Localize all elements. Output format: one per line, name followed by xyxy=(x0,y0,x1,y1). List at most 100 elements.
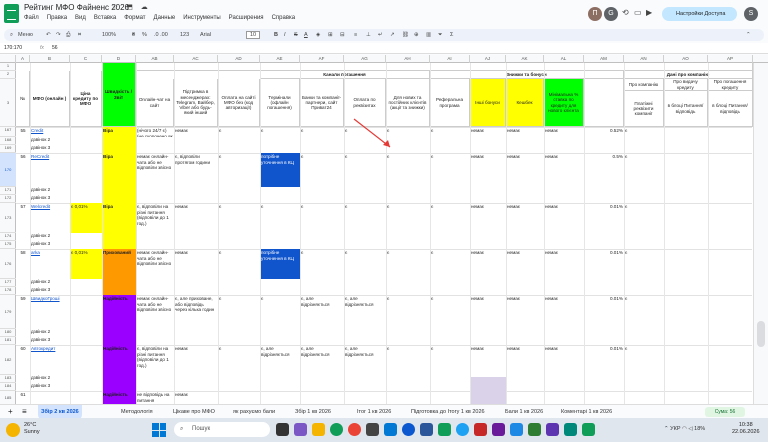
formula-input[interactable]: 56 xyxy=(52,43,58,54)
paint-format-icon[interactable]: ⌗ xyxy=(78,29,81,41)
row-number-cell[interactable]: 59 xyxy=(16,296,30,302)
tab-sheet[interactable]: Підготовка до Ітогу 1 кв 2026 xyxy=(408,405,488,419)
battery-level[interactable]: 18% xyxy=(694,426,705,432)
menu-insert[interactable]: Вставка xyxy=(94,15,116,21)
user-avatar[interactable]: S xyxy=(744,7,758,21)
account-avatar[interactable]: П xyxy=(588,7,602,21)
mfo-link[interactable]: arka xyxy=(31,250,69,256)
speed-cell[interactable]: Віра xyxy=(102,153,136,203)
comment-icon[interactable]: ▭ xyxy=(634,8,642,17)
cell-ac[interactable]: немає xyxy=(174,249,218,279)
spreadsheet-grid[interactable]: A B C D AB AC AD AE AF AG AH AI AJ AK AL… xyxy=(0,55,768,404)
col-header-ag[interactable]: AG xyxy=(344,55,386,63)
row-number[interactable]: 3 xyxy=(0,79,16,127)
row-number[interactable]: 174 xyxy=(0,233,16,241)
valign-icon[interactable]: ⊥ xyxy=(366,29,371,41)
merge-icon[interactable]: ⊟ xyxy=(340,29,345,41)
chrome-icon[interactable] xyxy=(330,423,343,436)
speed-cell[interactable]: Прихований xyxy=(102,249,136,295)
row-number[interactable]: 182 xyxy=(0,345,16,375)
cell-ae[interactable]: є xyxy=(260,203,300,233)
col-header-ab[interactable]: AB xyxy=(136,55,174,63)
bold-icon[interactable]: B xyxy=(274,29,278,41)
cell-ab[interactable]: (нічого 24/7 є) (не скорочено як телефон… xyxy=(136,127,174,137)
fill-color-icon[interactable]: ◈ xyxy=(316,29,320,41)
tab-sheet[interactable]: Коментарі 1 кв 2026 xyxy=(558,405,615,419)
row-number-cell[interactable]: 57 xyxy=(16,204,30,210)
borders-icon[interactable]: ⊞ xyxy=(328,29,333,41)
row-number[interactable]: 167 xyxy=(0,127,16,137)
cell-ag[interactable]: є xyxy=(344,203,386,233)
tab-sheet[interactable]: як рахуємо бали xyxy=(230,405,278,419)
col-header-ae[interactable]: AE xyxy=(260,55,300,63)
sum-indicator[interactable]: Сума: 56 xyxy=(705,407,745,417)
col-header-ac[interactable]: AC xyxy=(174,55,218,63)
opera-icon[interactable] xyxy=(348,423,361,436)
row-number[interactable]: 172 xyxy=(0,195,16,203)
cell-ae[interactable]: є, але відрізняється xyxy=(260,345,300,375)
format-button[interactable]: 123 xyxy=(180,29,189,41)
row-number[interactable]: 178 xyxy=(0,287,16,295)
col-header-d[interactable]: D xyxy=(102,55,136,63)
volume-icon[interactable]: ◁ xyxy=(688,426,692,432)
select-all-corner[interactable] xyxy=(0,55,16,63)
menu-view[interactable]: Вид xyxy=(75,15,86,21)
menu-tools[interactable]: Инструменты xyxy=(183,15,220,21)
account-avatar-2[interactable]: G xyxy=(604,7,618,21)
cell-al[interactable]: немає xyxy=(544,127,584,137)
cell-an[interactable] xyxy=(624,391,664,404)
cell-al[interactable] xyxy=(544,391,584,404)
cell-ad[interactable]: є xyxy=(218,249,260,279)
functions-icon[interactable]: Σ xyxy=(450,29,453,41)
cell-ai[interactable]: є xyxy=(430,153,470,187)
cell-al[interactable]: немає xyxy=(544,345,584,375)
row-number[interactable]: 171 xyxy=(0,187,16,195)
store-icon[interactable] xyxy=(384,423,397,436)
cell-al[interactable]: немає xyxy=(544,295,584,329)
row-number[interactable]: 185 xyxy=(0,391,16,404)
row-number[interactable]: 184 xyxy=(0,383,16,391)
cell-an[interactable]: є xyxy=(624,345,664,375)
task-view-icon[interactable] xyxy=(276,423,289,436)
cell-ak[interactable]: немає xyxy=(506,127,544,137)
mfo-link[interactable]: Автокредит xyxy=(31,346,69,352)
app-icon[interactable] xyxy=(510,423,523,436)
taskbar-search[interactable]: ⌕ Пошук xyxy=(174,422,270,437)
name-box[interactable]: 170:170 xyxy=(4,43,22,54)
cell-aj[interactable]: немає xyxy=(470,295,506,329)
cell-ai[interactable]: є xyxy=(430,127,470,137)
row-number[interactable]: 168 xyxy=(0,137,16,145)
row-number[interactable]: 181 xyxy=(0,337,16,345)
history-icon[interactable]: ⟲ xyxy=(622,8,629,17)
menu-extensions[interactable]: Расширения xyxy=(229,15,264,21)
tab-sheet[interactable]: Збір 1 кв 2026 xyxy=(292,405,334,419)
cell-ae[interactable]: потрібне уточнення в КЦ xyxy=(260,153,300,187)
cell-ah[interactable]: є xyxy=(386,249,430,279)
telegram-icon[interactable] xyxy=(456,423,469,436)
col-header-ai[interactable]: AI xyxy=(430,55,470,63)
app-icon[interactable] xyxy=(474,423,487,436)
all-sheets-icon[interactable]: ≡ xyxy=(22,405,27,419)
cell-ak[interactable]: немає xyxy=(506,345,544,375)
cell-am[interactable]: 0.01% xyxy=(584,249,624,279)
col-header-ad[interactable]: AD xyxy=(218,55,260,63)
menu-data[interactable]: Данные xyxy=(154,15,176,21)
cell-ac[interactable]: немає xyxy=(174,203,218,233)
windows-start-icon[interactable] xyxy=(152,423,166,437)
cell-af[interactable]: є xyxy=(300,127,344,137)
cell-af[interactable] xyxy=(300,391,344,404)
redo-icon[interactable]: ↷ xyxy=(56,29,61,41)
cell-ak[interactable]: немає xyxy=(506,203,544,233)
menu-file[interactable]: Файл xyxy=(24,15,39,21)
cell-ak[interactable]: немає xyxy=(506,249,544,279)
col-header-b[interactable]: B xyxy=(30,55,70,63)
sheets-taskbar-icon[interactable] xyxy=(582,423,595,436)
col-header-an[interactable]: AN xyxy=(624,55,664,63)
percent-button[interactable]: % xyxy=(142,29,147,41)
app-icon[interactable] xyxy=(366,423,379,436)
credit-price-cell[interactable]: є 0,01% xyxy=(71,204,101,210)
cell-ah[interactable]: є xyxy=(386,295,430,329)
row-number-cell[interactable]: 56 xyxy=(16,154,30,160)
row-number[interactable]: 183 xyxy=(0,375,16,383)
cell-ad[interactable] xyxy=(218,391,260,404)
